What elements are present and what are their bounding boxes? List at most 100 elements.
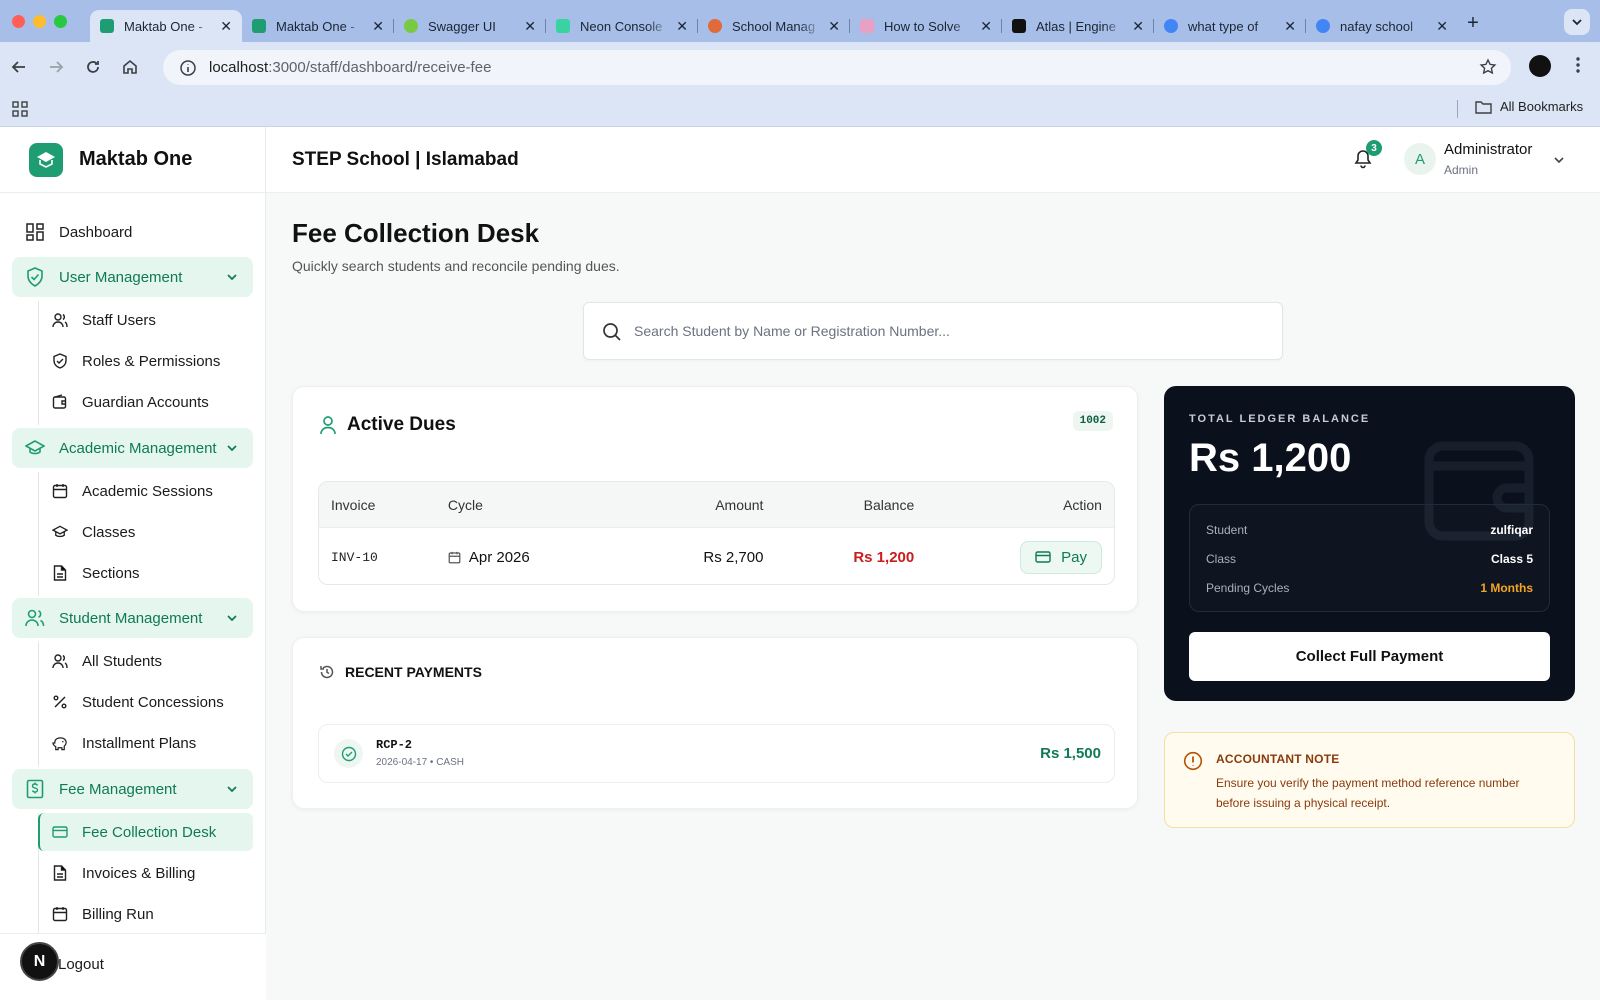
browser-tab[interactable]: Neon Console ✕ xyxy=(546,10,698,42)
tab-favicon-icon xyxy=(1164,19,1178,33)
tab-close-icon[interactable]: ✕ xyxy=(1132,18,1144,35)
sidebar-item-roles-permissions[interactable]: Roles & Permissions xyxy=(38,342,253,380)
search-icon xyxy=(603,323,621,341)
bookmark-star-icon[interactable] xyxy=(1479,58,1497,76)
sidebar-item-student-concessions[interactable]: Student Concessions xyxy=(38,683,253,721)
pay-button[interactable]: Pay xyxy=(1020,540,1102,574)
chevron-down-icon[interactable] xyxy=(1552,153,1566,167)
arrow-left-icon xyxy=(11,61,25,73)
users-icon xyxy=(52,312,68,328)
maximize-window-button[interactable] xyxy=(54,14,67,28)
app-root: Maktab One Dashboard User Management Sta… xyxy=(0,127,1600,1000)
sidebar-item-dashboard[interactable]: Dashboard xyxy=(12,212,253,252)
tab-close-icon[interactable]: ✕ xyxy=(676,18,688,35)
sidebar-item-invoices-billing[interactable]: Invoices & Billing xyxy=(38,854,253,892)
site-info-icon[interactable] xyxy=(179,59,197,77)
sidebar-item-staff-users[interactable]: Staff Users xyxy=(38,301,253,339)
browser-menu-icon[interactable] xyxy=(1568,55,1588,75)
tab-close-icon[interactable]: ✕ xyxy=(828,18,840,35)
calendar-icon xyxy=(52,483,68,499)
reload-button[interactable] xyxy=(75,58,111,76)
forward-button[interactable] xyxy=(38,58,74,76)
minimize-window-button[interactable] xyxy=(33,14,46,28)
profile-avatar[interactable] xyxy=(1529,55,1551,77)
browser-tab[interactable]: School Manag ✕ xyxy=(698,10,850,42)
graduation-cap-logo-icon xyxy=(29,142,63,177)
dev-tools-badge[interactable]: N xyxy=(20,942,59,981)
browser-tab[interactable]: How to Solve ✕ xyxy=(850,10,1002,42)
sidebar-group-user-management[interactable]: User Management xyxy=(12,257,253,297)
tab-close-icon[interactable]: ✕ xyxy=(372,18,384,35)
tab-close-icon[interactable]: ✕ xyxy=(524,18,536,35)
credit-card-icon xyxy=(1035,551,1051,563)
student-search xyxy=(583,302,1283,360)
home-icon xyxy=(123,59,137,74)
tab-close-icon[interactable]: ✕ xyxy=(1284,18,1296,35)
apps-grid-icon[interactable] xyxy=(12,101,28,117)
sidebar-item-sections[interactable]: Sections xyxy=(38,554,253,592)
brand-name: Maktab One xyxy=(79,148,193,170)
sidebar-footer: Logout N xyxy=(0,933,266,1000)
home-button[interactable] xyxy=(112,58,148,76)
wallet-icon xyxy=(52,394,68,410)
user-name[interactable]: Administrator xyxy=(1444,141,1532,158)
sidebar-group-fee-management[interactable]: Fee Management xyxy=(12,769,253,809)
tab-favicon-icon xyxy=(252,19,266,33)
browser-tab[interactable]: Atlas | Engine ✕ xyxy=(1002,10,1154,42)
tab-close-icon[interactable]: ✕ xyxy=(1436,18,1448,35)
all-bookmarks-button[interactable]: All Bookmarks xyxy=(1475,99,1583,114)
student-search-input[interactable] xyxy=(634,303,1264,359)
tab-search-button[interactable] xyxy=(1564,9,1590,35)
chevron-down-icon xyxy=(227,274,237,281)
sidebar-item-billing-run[interactable]: Billing Run xyxy=(38,895,253,933)
new-tab-button[interactable]: + xyxy=(1458,12,1488,35)
browser-tab[interactable]: Maktab One - ✕ xyxy=(90,10,242,42)
tab-close-icon[interactable]: ✕ xyxy=(220,18,232,35)
invoice-balance: Rs 1,200 xyxy=(853,548,915,566)
graduation-cap-icon xyxy=(52,524,68,540)
sidebar-item-classes[interactable]: Classes xyxy=(38,513,253,551)
sidebar-item-all-students[interactable]: All Students xyxy=(38,642,253,680)
logout-button[interactable]: Logout xyxy=(58,956,104,973)
window-controls xyxy=(0,14,90,28)
sidebar-item-guardian-accounts[interactable]: Guardian Accounts xyxy=(38,383,253,421)
tab-close-icon[interactable]: ✕ xyxy=(980,18,992,35)
sidebar-group-academic-management[interactable]: Academic Management xyxy=(12,428,253,468)
tab-favicon-icon xyxy=(1316,19,1330,33)
shield-check-icon xyxy=(25,267,45,287)
recent-payments-header: RECENT PAYMENTS xyxy=(319,664,482,680)
sidebar-item-academic-sessions[interactable]: Academic Sessions xyxy=(38,472,253,510)
top-header: STEP School | Islamabad 3 A Administrato… xyxy=(266,127,1600,193)
browser-tab[interactable]: what type of ✕ xyxy=(1154,10,1306,42)
sidebar-item-fee-collection-desk[interactable]: Fee Collection Desk xyxy=(38,813,253,851)
active-dues-card: Active Dues 1002 Invoice Cycle Amount Ba… xyxy=(292,386,1138,612)
receipt-amount: Rs 1,500 xyxy=(1040,745,1101,762)
ledger-label: TOTAL LEDGER BALANCE xyxy=(1189,413,1371,425)
address-bar[interactable]: localhost:3000/staff/dashboard/receive-f… xyxy=(163,50,1511,85)
user-avatar[interactable]: A xyxy=(1404,143,1436,175)
browser-tab[interactable]: nafay school ✕ xyxy=(1306,10,1458,42)
credit-card-icon xyxy=(52,824,68,840)
table-row: INV-10 Apr 2026 Rs 2,700 Rs 1,200 Pay xyxy=(319,527,1114,584)
user-icon xyxy=(320,416,336,435)
collect-full-payment-button[interactable]: Collect Full Payment xyxy=(1189,632,1550,681)
browser-tab[interactable]: Maktab One - ✕ xyxy=(242,10,394,42)
sidebar-item-installment-plans[interactable]: Installment Plans xyxy=(38,724,253,762)
back-button[interactable] xyxy=(1,58,37,76)
page-subtitle: Quickly search students and reconcile pe… xyxy=(292,258,620,274)
chevron-down-icon xyxy=(227,786,237,793)
ledger-amount: Rs 1,200 xyxy=(1189,436,1352,480)
tab-favicon-icon xyxy=(556,19,570,33)
ledger-balance-card: TOTAL LEDGER BALANCE Rs 1,200 Student zul… xyxy=(1164,386,1575,701)
chevron-down-icon xyxy=(227,615,237,622)
dollar-receipt-icon xyxy=(25,779,45,799)
chevron-down-icon xyxy=(227,445,237,452)
sidebar-group-student-management[interactable]: Student Management xyxy=(12,598,253,638)
browser-tab[interactable]: Swagger UI ✕ xyxy=(394,10,546,42)
brand[interactable]: Maktab One xyxy=(0,127,265,193)
receipt-id: RCP-2 xyxy=(376,738,413,752)
check-circle-icon xyxy=(334,739,363,768)
close-window-button[interactable] xyxy=(12,14,25,28)
note-text: Ensure you verify the payment method ref… xyxy=(1216,776,1520,810)
list-item[interactable]: RCP-2 2026-04-17 • CASH Rs 1,500 xyxy=(318,724,1115,783)
